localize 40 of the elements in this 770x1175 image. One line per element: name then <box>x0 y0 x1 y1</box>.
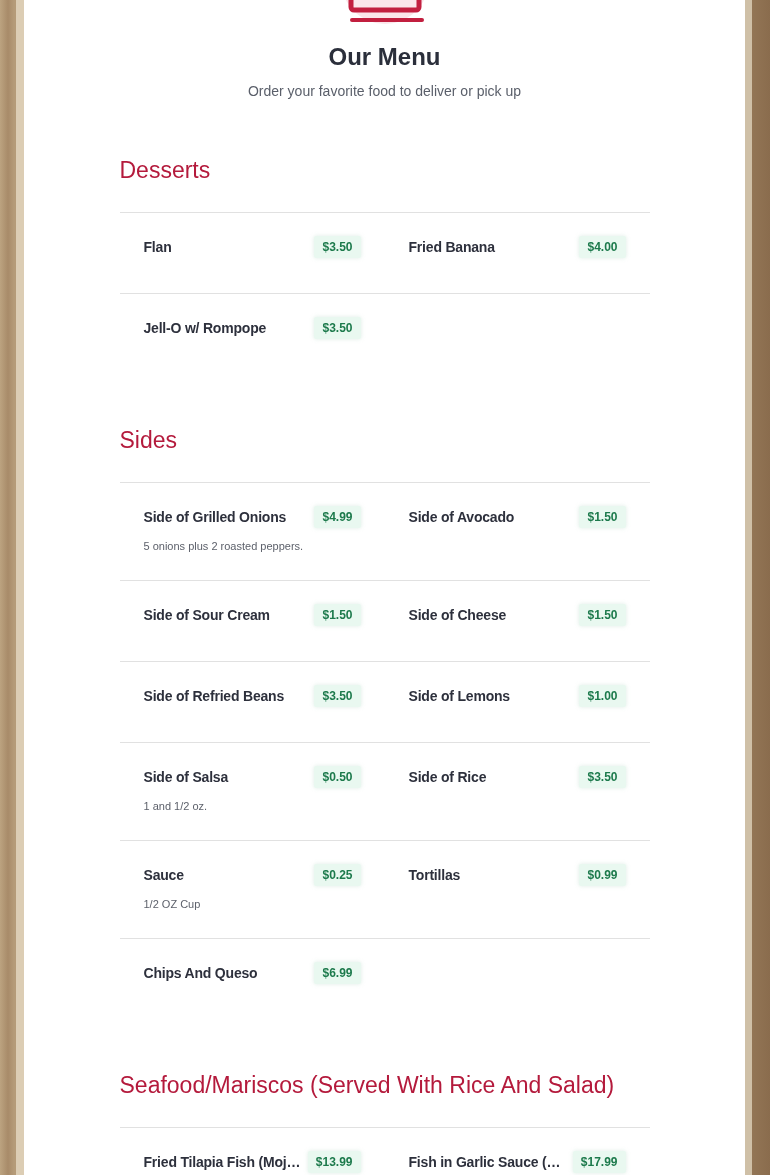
price-tag: $3.50 <box>579 766 626 788</box>
price-tag: $1.50 <box>579 506 626 528</box>
item-name: Tortillas <box>408 866 461 885</box>
item-name: Jell-O w/ Rompope <box>143 319 267 338</box>
item-name: Sauce <box>143 866 184 885</box>
price-tag: $3.50 <box>314 317 361 339</box>
price-tag: $1.00 <box>579 685 626 707</box>
price-tag: $4.99 <box>314 506 361 528</box>
item-name: Side of Salsa <box>143 768 229 787</box>
section-heading: Seafood/Mariscos (Served With Rice And Salad) <box>119 1071 616 1100</box>
price-tag: $0.25 <box>314 864 361 886</box>
item-name: Side of Sour Cream <box>143 606 270 625</box>
item-description: 1 and 1/2 oz. <box>143 799 208 814</box>
item-name: Side of Cheese <box>408 606 507 625</box>
item-description: 1/2 OZ Cup <box>143 897 201 912</box>
item-name: Side of Refried Beans <box>143 687 284 706</box>
section-heading: Desserts <box>119 156 212 185</box>
price-tag: $0.99 <box>579 864 626 886</box>
price-tag: $6.99 <box>314 962 361 984</box>
item-name: Side of Rice <box>408 768 487 787</box>
section-heading: Sides <box>119 426 179 455</box>
price-tag: $1.50 <box>314 604 361 626</box>
item-name: Fried Banana <box>408 238 495 257</box>
price-tag: $13.99 <box>307 1151 361 1173</box>
item-name: Fried Tilapia Fish (Moj… <box>143 1153 301 1172</box>
menu-title: Our Menu <box>327 42 442 72</box>
item-description: 5 onions plus 2 roasted peppers. <box>143 539 304 554</box>
price-tag: $0.50 <box>314 766 361 788</box>
price-tag: $3.50 <box>314 236 361 258</box>
item-name: Fish in Garlic Sauce (… <box>408 1153 561 1172</box>
item-name: Side of Grilled Onions <box>143 508 287 527</box>
price-tag: $17.99 <box>572 1151 626 1173</box>
price-tag: $4.00 <box>579 236 626 258</box>
item-name: Chips And Queso <box>143 964 258 983</box>
menu-subtitle: Order your favorite food to deliver or pick up <box>246 82 523 101</box>
item-name: Side of Lemons <box>408 687 510 706</box>
item-name: Flan <box>143 238 172 257</box>
item-name: Side of Avocado <box>408 508 515 527</box>
price-tag: $1.50 <box>579 604 626 626</box>
price-tag: $3.50 <box>314 685 361 707</box>
